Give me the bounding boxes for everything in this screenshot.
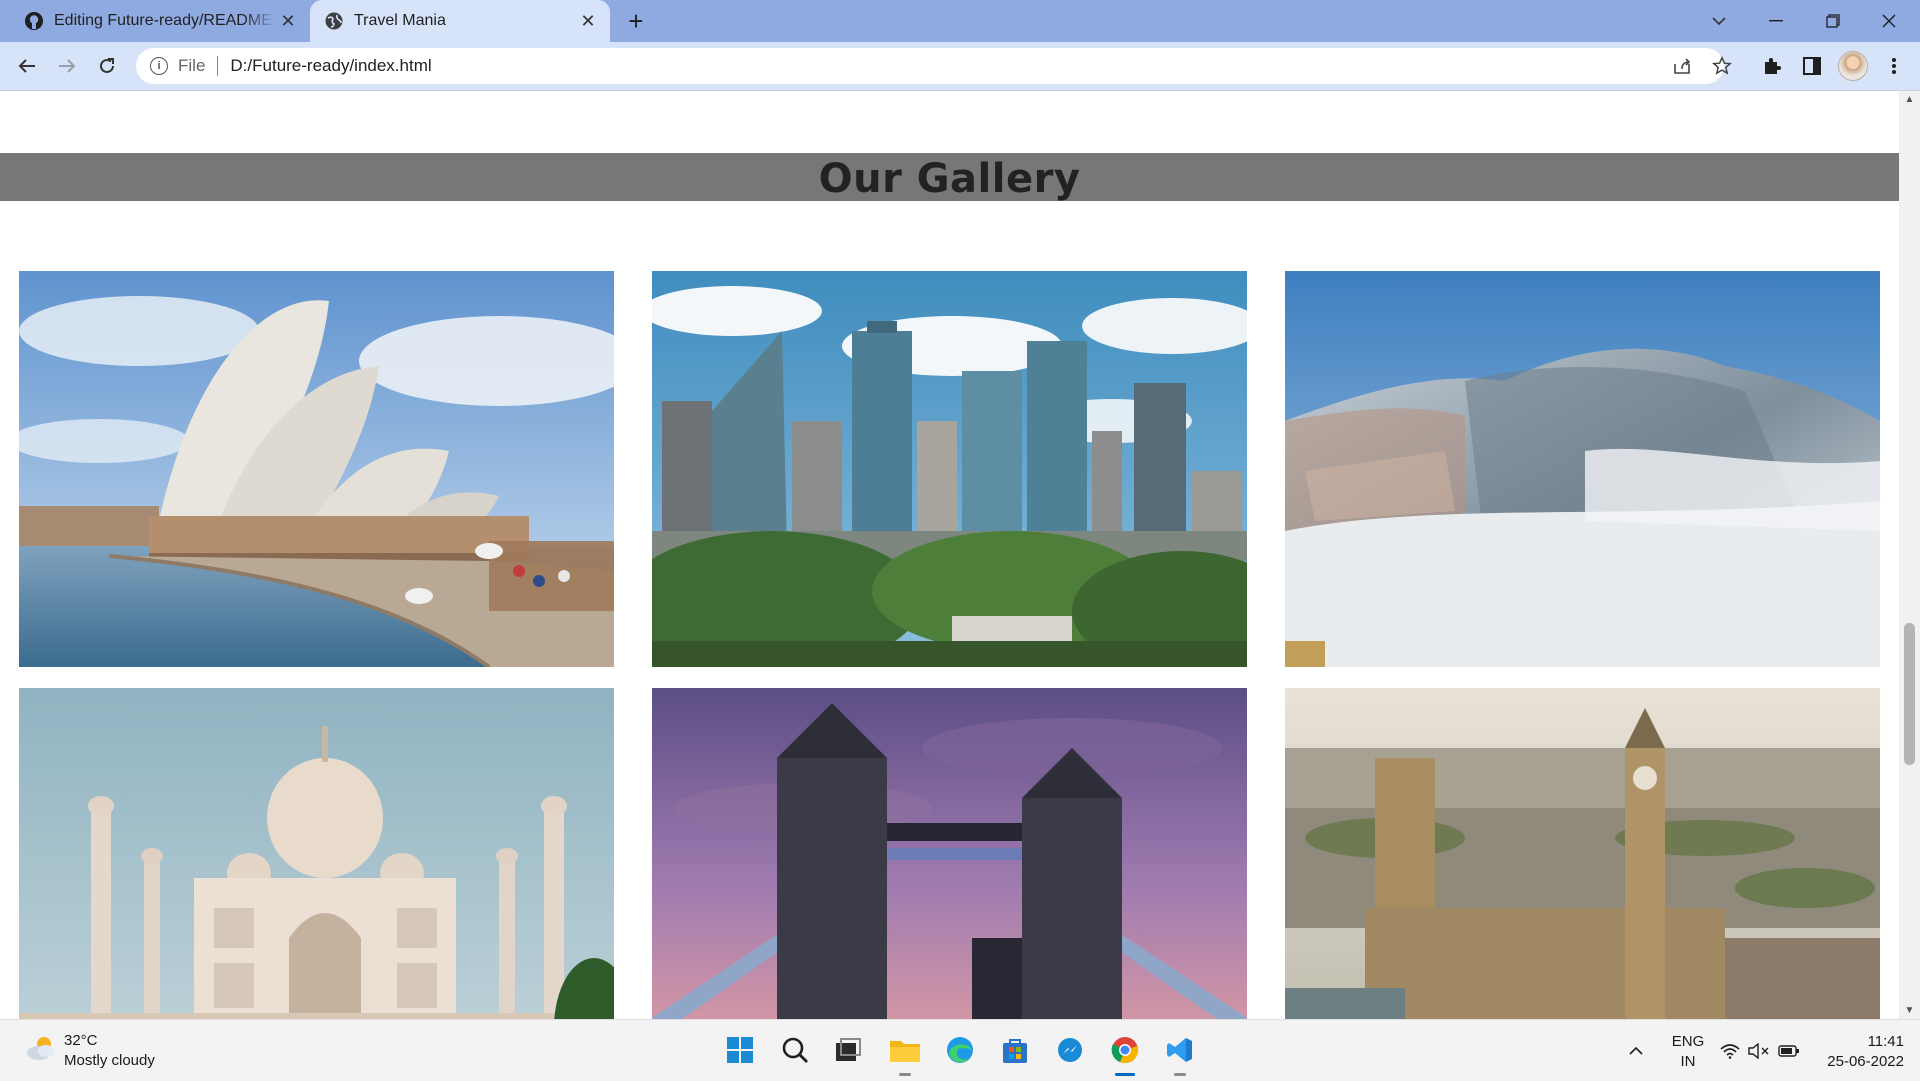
menu-kebab-icon[interactable] [1878,50,1910,82]
gallery-photo-tower-bridge [652,688,1247,1019]
info-icon[interactable]: i [150,57,168,75]
wifi-icon[interactable] [1720,1020,1740,1081]
page-viewport: Our Gallery [0,91,1899,1019]
gallery-photo-snow-hills [1285,271,1880,667]
extensions-icon[interactable] [1756,50,1788,82]
chrome-browser-icon[interactable] [1105,1030,1145,1076]
side-panel-icon[interactable] [1796,50,1828,82]
tab-readme[interactable]: Editing Future-ready/README.md ✕ [10,0,310,42]
tab-label: Editing Future-ready/README.md [54,12,276,29]
clock-time: 11:41 [1867,1033,1904,1050]
address-bar[interactable]: i File D:/Future-ready/index.html [136,48,1724,84]
close-window-icon[interactable] [1866,0,1912,42]
search-icon[interactable] [775,1030,815,1070]
tab-label: Travel Mania [354,12,446,29]
weather-description[interactable]: Mostly cloudy [64,1052,155,1069]
messenger-app-icon[interactable] [1050,1030,1090,1070]
tab-travel-mania[interactable]: Travel Mania ✕ [310,0,610,42]
minimize-icon[interactable] [1753,0,1799,42]
url-text[interactable]: D:/Future-ready/index.html [230,56,431,76]
edge-browser-icon[interactable] [940,1030,980,1070]
windows-start-icon[interactable] [720,1030,760,1070]
gallery-photo-city-skyline [652,271,1247,667]
globe-icon [324,11,344,31]
gallery-title: Our Gallery [818,156,1081,202]
system-clock[interactable]: 11:41 25-06-2022 [1827,1032,1904,1072]
windows-taskbar: 32°C Mostly cloudy ENG IN 11:41 25-06-20… [0,1019,1920,1081]
battery-icon[interactable] [1778,1020,1800,1081]
reload-icon[interactable] [91,50,123,82]
volume-muted-icon[interactable] [1748,1020,1770,1081]
weather-temperature[interactable]: 32°C [64,1032,98,1049]
github-icon [24,11,44,31]
language-indicator[interactable]: ENG IN [1668,1032,1708,1072]
tab-search-chevron-icon[interactable] [1696,0,1742,42]
restore-icon[interactable] [1810,0,1856,42]
scrollbar-thumb[interactable] [1904,623,1915,765]
language-code: ENG [1671,1033,1705,1050]
task-view-icon[interactable] [828,1030,868,1070]
forward-icon[interactable] [51,50,83,82]
clock-date: 25-06-2022 [1827,1053,1904,1070]
bookmark-star-icon[interactable] [1706,50,1738,82]
gallery-photo-westminster [1285,688,1880,1019]
scroll-up-arrow-icon[interactable]: ▲ [1899,91,1920,108]
scroll-down-arrow-icon[interactable]: ▼ [1899,1002,1920,1019]
omnibox-divider [217,56,219,76]
active-app-indicator [1115,1073,1135,1076]
back-icon[interactable] [11,50,43,82]
file-explorer-icon[interactable] [885,1030,925,1076]
browser-toolbar: i File D:/Future-ready/index.html [0,42,1920,91]
running-indicator [899,1073,911,1076]
region-code: IN [1680,1053,1696,1070]
weather-cloudy-icon[interactable] [24,1034,58,1062]
share-icon[interactable] [1666,50,1698,82]
new-tab-button[interactable]: + [620,6,652,36]
close-icon[interactable]: ✕ [576,11,600,32]
close-icon[interactable]: ✕ [276,11,300,32]
url-scheme-label: File [178,56,206,75]
show-hidden-icons-chevron-icon[interactable] [1628,1020,1644,1081]
gallery-photo-opera-house [19,271,614,667]
page-scrollbar[interactable]: ▲ ▼ [1899,91,1920,1019]
microsoft-store-icon[interactable] [995,1030,1035,1070]
browser-titlebar: Editing Future-ready/README.md ✕ Travel … [0,0,1920,42]
vscode-icon[interactable] [1160,1030,1200,1076]
gallery-photo-taj-mahal [19,688,614,1019]
profile-avatar[interactable] [1838,51,1868,81]
running-indicator [1174,1073,1186,1076]
